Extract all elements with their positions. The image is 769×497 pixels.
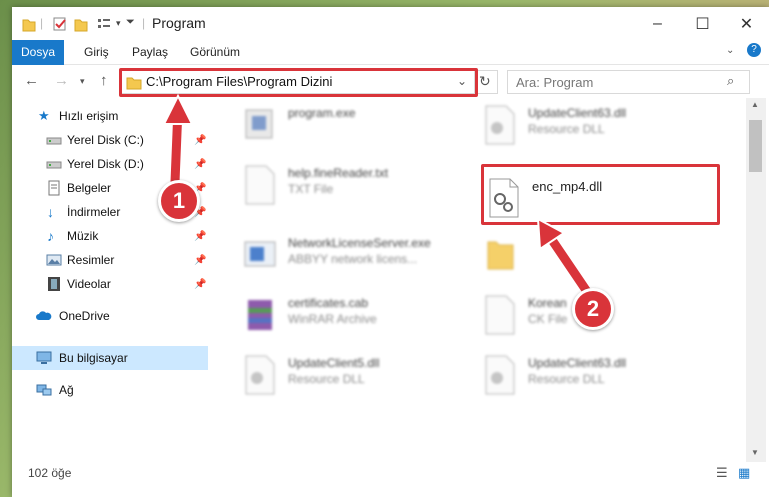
step-badge-1: 1 bbox=[158, 180, 200, 222]
annotation-arrows bbox=[162, 93, 595, 301]
step-badge-2: 2 bbox=[572, 288, 614, 330]
